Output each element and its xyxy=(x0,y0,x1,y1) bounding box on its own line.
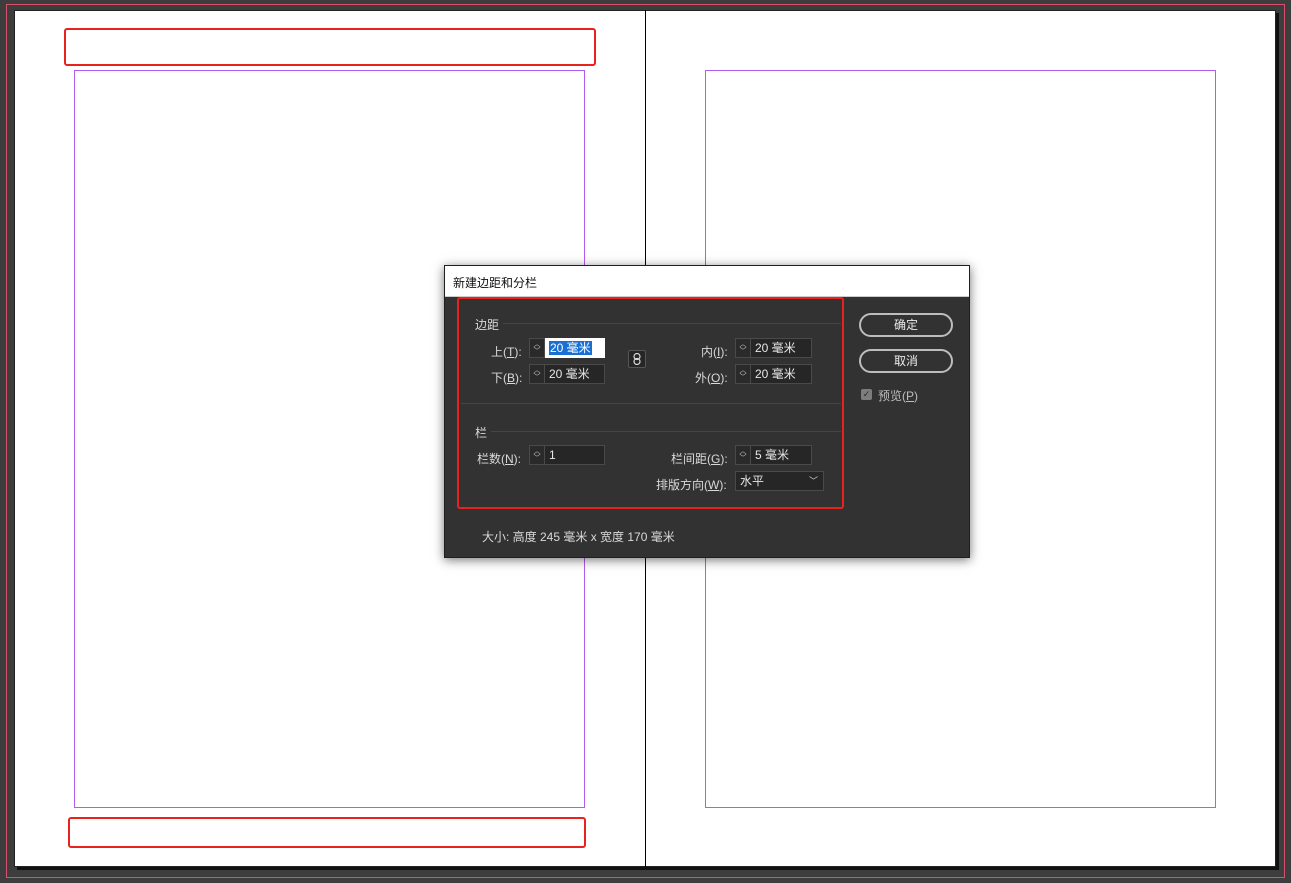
preview-checkbox[interactable]: ✓ xyxy=(861,389,872,400)
header-highlight-box xyxy=(64,28,596,66)
page-size-info: 大小: 高度 245 毫米 x 宽度 170 毫米 xyxy=(482,530,675,544)
document-canvas: 新建边距和分栏 边距 上(T): ︿ ﹀ 20 毫米 下(B): ︿ ﹀ 20 毫米… xyxy=(0,0,1291,883)
footer-highlight-box xyxy=(68,817,586,848)
preview-label[interactable]: 预览(P) xyxy=(878,387,918,404)
dialog-title: 新建边距和分栏 xyxy=(453,276,538,290)
cancel-button[interactable]: 取消 xyxy=(859,349,953,373)
check-icon: ✓ xyxy=(862,389,871,399)
settings-highlight-box xyxy=(457,297,844,509)
dialog-titlebar[interactable]: 新建边距和分栏 xyxy=(445,266,969,297)
ok-button[interactable]: 确定 xyxy=(859,313,953,337)
